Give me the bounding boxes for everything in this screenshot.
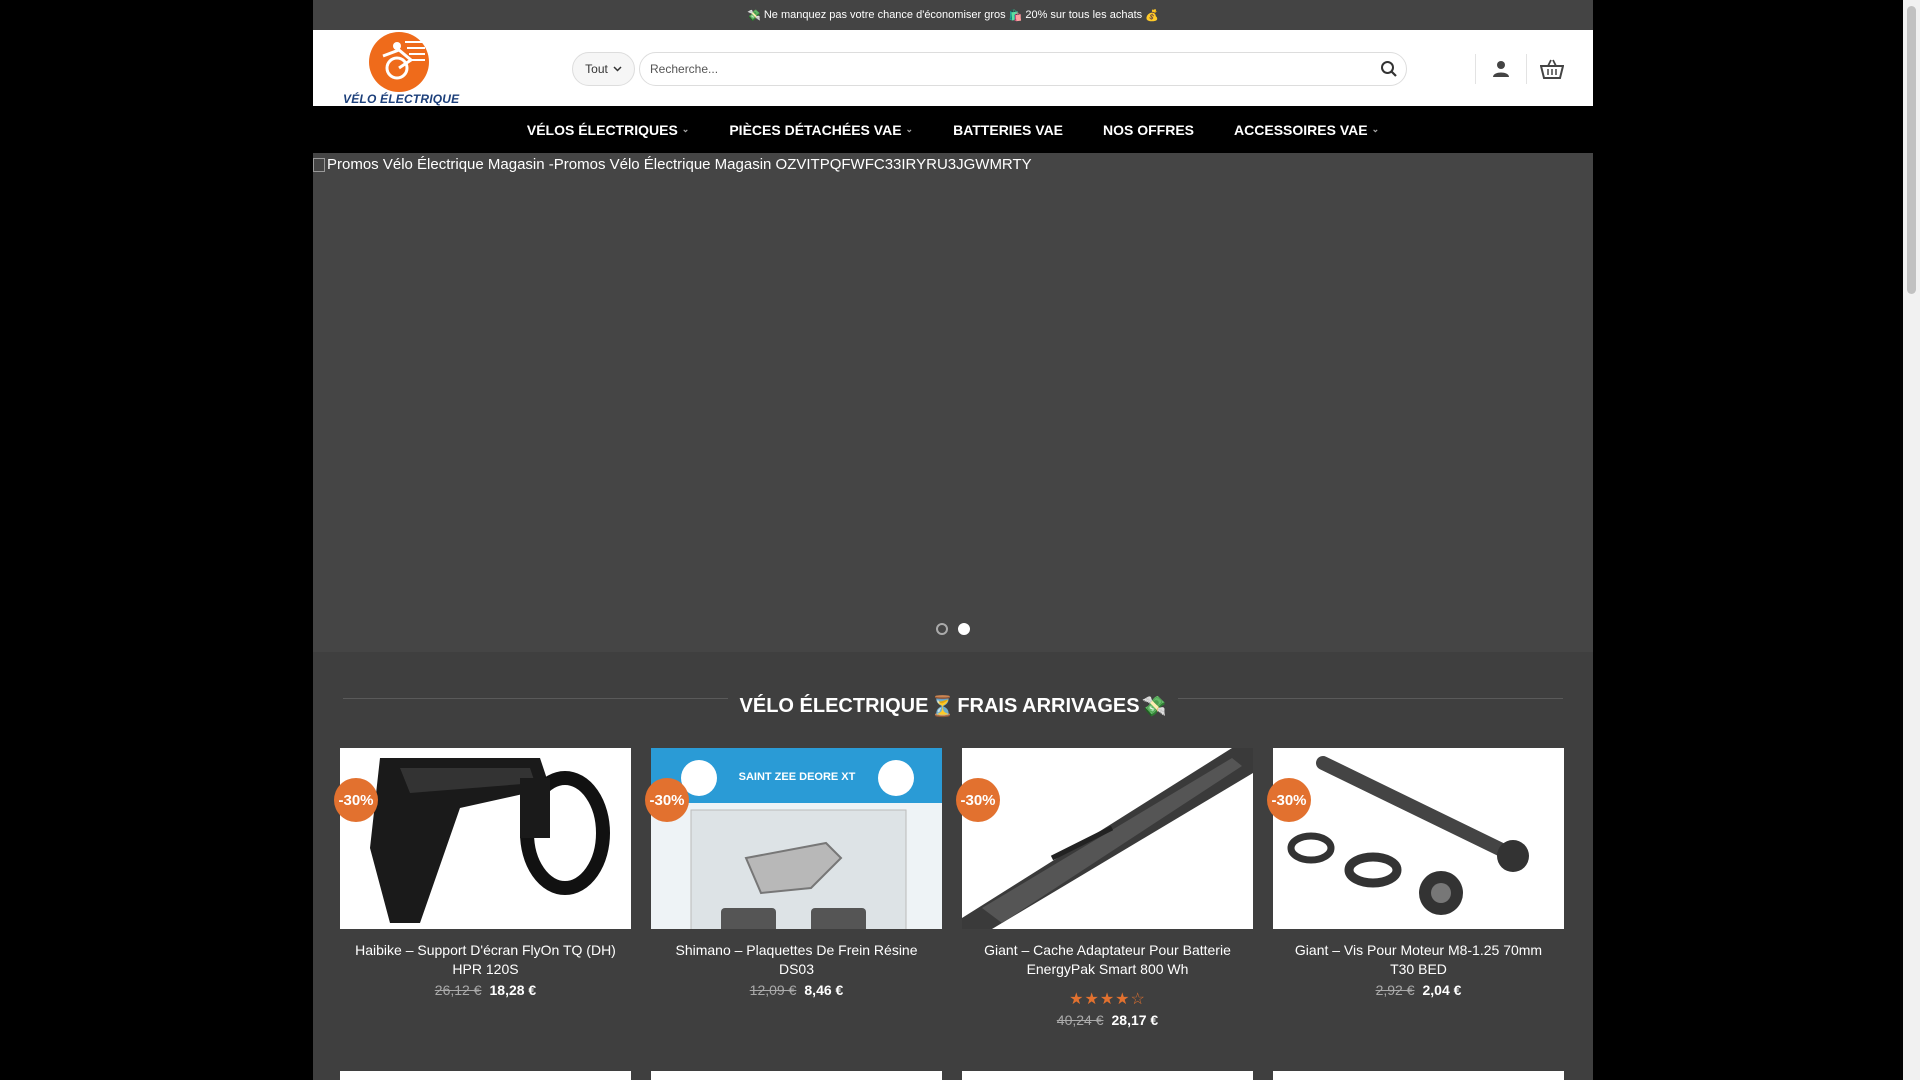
- product-card[interactable]: -30% Haibike – Support D'écran FlyOn TQ …: [334, 748, 631, 1028]
- product-name[interactable]: Giant – Cache Adaptateur Pour Batterie E…: [962, 941, 1253, 979]
- old-price: 12,09 €: [749, 982, 797, 998]
- package-label: SAINT ZEE DEORE XT: [739, 771, 856, 783]
- sale-price: 2,04 €: [1422, 982, 1462, 998]
- site-header: VÉLO ÉLECTRIQUE Tout: [313, 30, 1593, 106]
- sale-price: 28,17 €: [1111, 1012, 1159, 1028]
- search-bar: Tout: [572, 52, 1407, 86]
- product-card[interactable]: [1273, 1071, 1564, 1080]
- category-select-value: Tout: [585, 62, 608, 76]
- divider: [343, 698, 743, 699]
- page: 💸 Ne manquez pas votre chance d'économis…: [313, 0, 1593, 1080]
- old-price: 26,12 €: [434, 982, 482, 998]
- hourglass-emoji: ⏳: [930, 695, 956, 718]
- header-actions: [1475, 54, 1577, 84]
- nav-label: VÉLOS ÉLECTRIQUES: [526, 121, 678, 138]
- nav-item-velos-electriques[interactable]: VÉLOS ÉLECTRIQUES ⌄: [507, 122, 709, 138]
- main-nav: VÉLOS ÉLECTRIQUES ⌄ PIÈCES DÉTACHÉES VAE…: [313, 106, 1593, 153]
- product-card[interactable]: [340, 1071, 631, 1080]
- product-image[interactable]: [340, 748, 631, 929]
- discount-badge: -30%: [645, 778, 689, 822]
- sale-price: 8,46 €: [804, 982, 844, 998]
- section-title: VÉLO ÉLECTRIQUE ⏳ FRAIS ARRIVAGES 💸: [727, 693, 1179, 719]
- discount-badge: -30%: [956, 778, 1000, 822]
- product-name[interactable]: Haibike – Support D'écran FlyOn TQ (DH) …: [340, 941, 631, 979]
- section-title-a: VÉLO ÉLECTRIQUE: [739, 694, 929, 717]
- product-price: 26,12 € 18,28 €: [340, 982, 631, 998]
- nav-item-accessoires[interactable]: ACCESSOIRES VAE ⌄: [1214, 122, 1399, 138]
- product-grid-row-2: [340, 1071, 1564, 1080]
- chevron-down-icon: [613, 66, 622, 72]
- broken-image-icon: [313, 157, 325, 172]
- chevron-down-icon: ⌄: [1371, 124, 1380, 134]
- product-name[interactable]: Shimano – Plaquettes De Frein Résine DS0…: [651, 941, 942, 979]
- product-price: 12,09 € 8,46 €: [651, 982, 942, 998]
- slider-dots: [313, 623, 1593, 635]
- account-button[interactable]: [1476, 54, 1526, 84]
- promo-topbar: 💸 Ne manquez pas votre chance d'économis…: [313, 0, 1593, 30]
- section-header: VÉLO ÉLECTRIQUE ⏳ FRAIS ARRIVAGES 💸: [313, 652, 1593, 742]
- promo-text-a: Ne manquez pas votre chance d'économiser…: [763, 9, 1006, 21]
- cart-button[interactable]: [1527, 54, 1577, 84]
- chevron-down-icon: ⌄: [681, 124, 690, 134]
- search-icon[interactable]: [1380, 60, 1398, 78]
- nav-label: NOS OFFRES: [1103, 121, 1195, 138]
- nav-label: ACCESSOIRES VAE: [1234, 121, 1368, 138]
- nav-item-nos-offres[interactable]: NOS OFFRES: [1083, 122, 1214, 138]
- product-name[interactable]: Giant – Vis Pour Moteur M8-1.25 70mm T30…: [1273, 941, 1564, 979]
- product-image[interactable]: [1273, 748, 1564, 929]
- product-price: 2,92 € 2,04 €: [1273, 982, 1564, 998]
- product-card[interactable]: -30% Giant – Cache Adaptateur Pour Batte…: [956, 748, 1253, 1028]
- old-price: 40,24 €: [1056, 1012, 1104, 1028]
- nav-label: BATTERIES VAE: [953, 121, 1064, 138]
- broken-banner-image[interactable]: Promos Vélo Électrique Magasin -Promos V…: [313, 156, 1032, 173]
- basket-icon: [1540, 59, 1564, 79]
- scrollbar-thumb[interactable]: [1907, 6, 1916, 294]
- category-select[interactable]: Tout: [572, 52, 635, 86]
- money-emoji: 💸: [747, 9, 761, 22]
- slider-dot-1[interactable]: [936, 623, 948, 635]
- discount-badge: -30%: [1267, 778, 1311, 822]
- logo-text: VÉLO ÉLECTRIQUE: [343, 92, 460, 106]
- money-emoji: 💸: [1141, 695, 1167, 718]
- old-price: 2,92 €: [1375, 982, 1415, 998]
- product-card[interactable]: -30% SAINT ZEE DEORE XT Shimano – Plaque…: [645, 748, 942, 1028]
- nav-item-batteries[interactable]: BATTERIES VAE: [933, 122, 1083, 138]
- nav-item-pieces-detachees[interactable]: PIÈCES DÉTACHÉES VAE ⌄: [709, 122, 933, 138]
- product-image[interactable]: SAINT ZEE DEORE XT: [651, 748, 942, 929]
- product-card[interactable]: [962, 1071, 1253, 1080]
- product-grid: -30% Haibike – Support D'écran FlyOn TQ …: [334, 748, 1564, 1028]
- product-price: 40,24 € 28,17 €: [962, 1012, 1253, 1028]
- chevron-down-icon: ⌄: [905, 124, 914, 134]
- moneybag-emoji: 💰: [1145, 9, 1159, 22]
- logo-emblem: [369, 32, 429, 92]
- search-input[interactable]: [640, 53, 1340, 85]
- rating-stars: ★★★★☆: [1069, 991, 1146, 1008]
- discount-badge: -30%: [334, 778, 378, 822]
- hero-slider[interactable]: Promos Vélo Électrique Magasin -Promos V…: [313, 153, 1593, 652]
- nav-label: PIÈCES DÉTACHÉES VAE: [729, 121, 902, 138]
- search-field[interactable]: [639, 52, 1407, 86]
- user-icon: [1493, 61, 1509, 77]
- page-scrollbar[interactable]: [1903, 0, 1920, 1080]
- product-card[interactable]: [651, 1071, 942, 1080]
- shopping-emoji: 🛍️: [1008, 9, 1023, 22]
- site-logo[interactable]: VÉLO ÉLECTRIQUE: [343, 32, 459, 108]
- slider-dot-2[interactable]: [958, 623, 970, 635]
- product-card[interactable]: -30% Giant – Vis Pour Moteur M8-1.25 70m…: [1267, 748, 1564, 1028]
- section-title-b: FRAIS ARRIVAGES: [957, 694, 1140, 717]
- sale-price: 18,28 €: [489, 982, 537, 998]
- divider: [1163, 698, 1563, 699]
- promo-text-b: 20% sur tous les achats: [1025, 9, 1143, 21]
- product-image[interactable]: [962, 748, 1253, 929]
- banner-alt-text: Promos Vélo Électrique Magasin -Promos V…: [327, 156, 1032, 173]
